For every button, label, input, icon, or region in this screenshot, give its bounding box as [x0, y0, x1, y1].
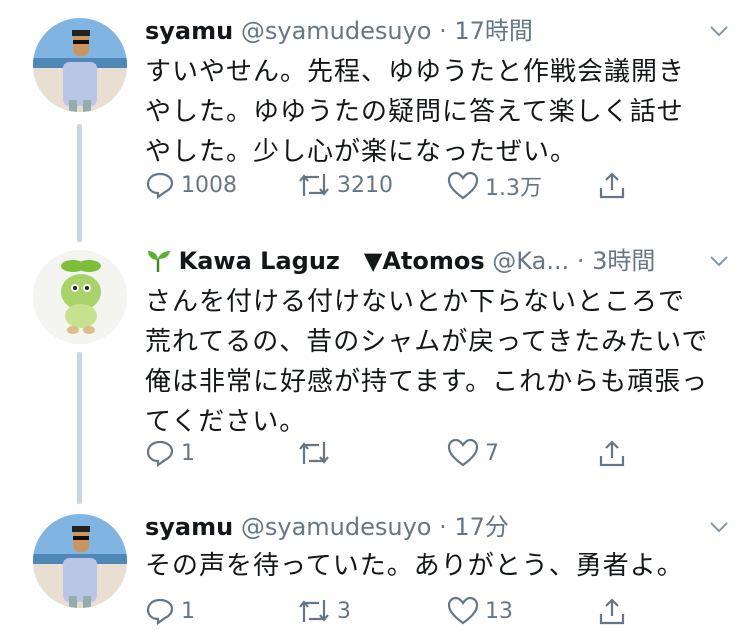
tweet-text: その声を待っていた。ありがとう、勇者よ。: [145, 551, 684, 581]
retweet-count: 3: [337, 598, 351, 624]
share-button[interactable]: [597, 438, 627, 468]
avatar[interactable]: [33, 250, 127, 344]
avatar[interactable]: [33, 514, 127, 608]
retweet-button[interactable]: [297, 438, 337, 468]
retweet-button[interactable]: 3: [297, 596, 351, 626]
display-name[interactable]: syamu: [145, 17, 233, 45]
retweet-button[interactable]: 3210: [297, 170, 393, 200]
tweet[interactable]: Kawa Laguz ▼Atomos @Ka... · 3時間 さんを付ける付け…: [0, 236, 750, 486]
tweet-header: syamu @syamudesuyo · 17分: [145, 510, 730, 544]
reply-count: 1: [181, 598, 195, 624]
tweet-header: Kawa Laguz ▼Atomos @Ka... · 3時間: [145, 244, 730, 278]
chevron-down-icon[interactable]: [708, 516, 730, 538]
user-handle[interactable]: @syamudesuyo: [241, 17, 432, 45]
user-handle[interactable]: @syamudesuyo: [241, 513, 432, 541]
tweet-text: さんを付ける付けないとか下らないところで荒れてるの、昔のシャムが戻ってきたみたい…: [145, 287, 709, 437]
display-name[interactable]: Kawa Laguz ▼Atomos: [179, 247, 485, 275]
share-icon: [599, 172, 625, 199]
heart-icon: [447, 596, 479, 625]
avatar[interactable]: [33, 18, 127, 112]
reply-icon: [146, 598, 174, 626]
tweet-actions: 1 7: [145, 438, 645, 478]
tweet-text: すいやせん。先程、ゆゆうたと作戦会議開きやした。ゆゆうたの疑問に答えて楽しく話せ…: [145, 57, 686, 167]
retweet-icon: [299, 442, 329, 464]
share-button[interactable]: [597, 170, 627, 200]
separator-dot: ·: [439, 17, 447, 45]
chevron-down-icon[interactable]: [708, 250, 730, 272]
display-name[interactable]: syamu: [145, 513, 233, 541]
like-count: 7: [485, 440, 499, 466]
user-handle[interactable]: @Ka...: [492, 247, 569, 275]
heart-icon: [447, 171, 479, 200]
reply-button[interactable]: 1008: [145, 170, 237, 200]
heart-icon: [447, 438, 479, 467]
tweet-actions: 1 3 13: [145, 596, 645, 636]
retweet-icon: [299, 174, 329, 196]
timestamp[interactable]: 3時間: [592, 247, 655, 275]
share-icon: [599, 598, 625, 625]
timestamp[interactable]: 17分: [454, 513, 509, 541]
reply-count: 1008: [181, 172, 237, 198]
like-button[interactable]: 7: [447, 438, 499, 468]
separator-dot: ·: [439, 513, 447, 541]
tweet-header: syamu @syamudesuyo · 17時間: [145, 14, 730, 48]
reply-button[interactable]: 1: [145, 438, 195, 468]
reply-icon: [146, 172, 174, 200]
like-button[interactable]: 13: [447, 596, 513, 626]
tweet-actions: 1008 3210 1.3万: [145, 170, 645, 210]
timestamp[interactable]: 17時間: [454, 17, 533, 45]
retweet-icon: [299, 600, 329, 622]
reply-count: 1: [181, 440, 195, 466]
reply-button[interactable]: 1: [145, 596, 195, 626]
share-button[interactable]: [597, 596, 627, 626]
sprout-emoji-icon: [148, 251, 170, 272]
tweet[interactable]: syamu @syamudesuyo · 17時間 すいやせん。先程、ゆゆうたと…: [0, 0, 750, 236]
like-button[interactable]: 1.3万: [447, 170, 542, 202]
separator-dot: ·: [576, 247, 585, 275]
tweet[interactable]: syamu @syamudesuyo · 17分 その声を待っていた。ありがとう…: [0, 500, 750, 642]
chevron-down-icon[interactable]: [708, 20, 730, 42]
share-icon: [599, 440, 625, 467]
like-count: 1.3万: [485, 176, 542, 201]
retweet-count: 3210: [337, 172, 393, 198]
reply-icon: [146, 440, 174, 468]
like-count: 13: [485, 598, 513, 624]
